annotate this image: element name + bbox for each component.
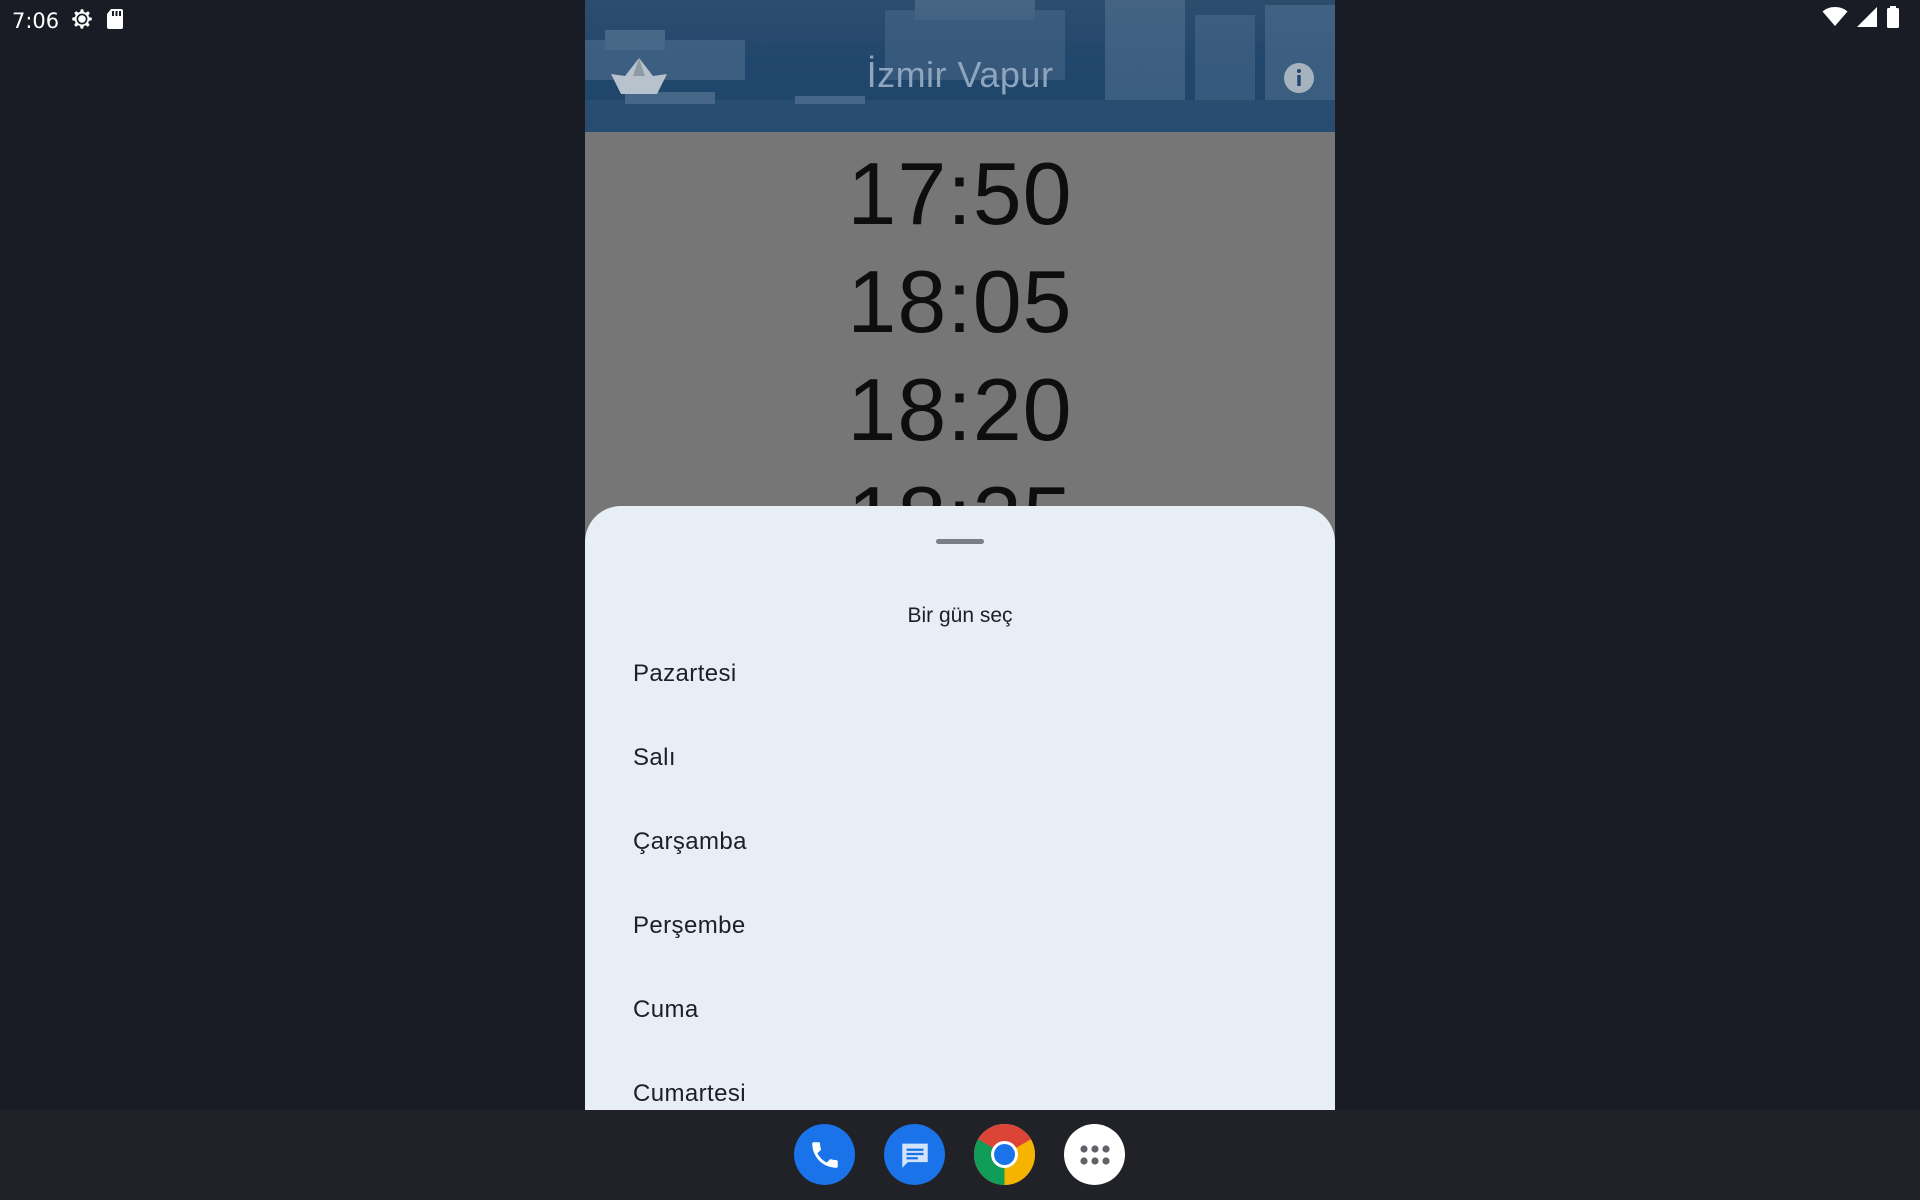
day-option-cumartesi[interactable]: Cumartesi — [585, 1052, 1335, 1110]
messages-icon[interactable] — [884, 1124, 945, 1185]
app-drawer-icon[interactable] — [1064, 1124, 1125, 1185]
day-option-sali[interactable]: Salı — [585, 716, 1335, 800]
app-header: İzmir Vapur — [585, 0, 1335, 132]
day-option-carsamba[interactable]: Çarşamba — [585, 800, 1335, 884]
status-time: 7:06 — [12, 9, 60, 33]
cell-signal-icon — [1856, 6, 1878, 32]
departure-time[interactable]: 18:20 — [585, 356, 1335, 464]
sd-card-icon — [105, 8, 125, 34]
battery-icon — [1886, 6, 1900, 32]
settings-gear-icon — [69, 6, 95, 36]
phone-icon[interactable] — [794, 1124, 855, 1185]
app-title: İzmir Vapur — [866, 54, 1054, 95]
chrome-icon[interactable] — [974, 1124, 1035, 1185]
day-option-pazartesi[interactable]: Pazartesi — [585, 632, 1335, 716]
day-option-persembe[interactable]: Perşembe — [585, 884, 1335, 968]
app-window: İzmir Vapur 17:50 18:05 18:20 18:35 Bir … — [585, 0, 1335, 1110]
taskbar — [0, 1110, 1920, 1200]
sheet-title: Bir gün seç — [907, 604, 1013, 627]
drag-handle[interactable] — [936, 539, 984, 544]
app-dock — [794, 1124, 1125, 1185]
info-icon[interactable] — [1283, 62, 1315, 99]
day-picker-bottom-sheet: Bir gün seç Pazartesi Salı Çarşamba Perş… — [585, 506, 1335, 1110]
departure-time[interactable]: 17:50 — [585, 140, 1335, 248]
wifi-icon — [1822, 6, 1848, 32]
departure-time[interactable]: 18:05 — [585, 248, 1335, 356]
day-option-cuma[interactable]: Cuma — [585, 968, 1335, 1052]
day-list: Pazartesi Salı Çarşamba Perşembe Cuma Cu… — [585, 632, 1335, 1110]
